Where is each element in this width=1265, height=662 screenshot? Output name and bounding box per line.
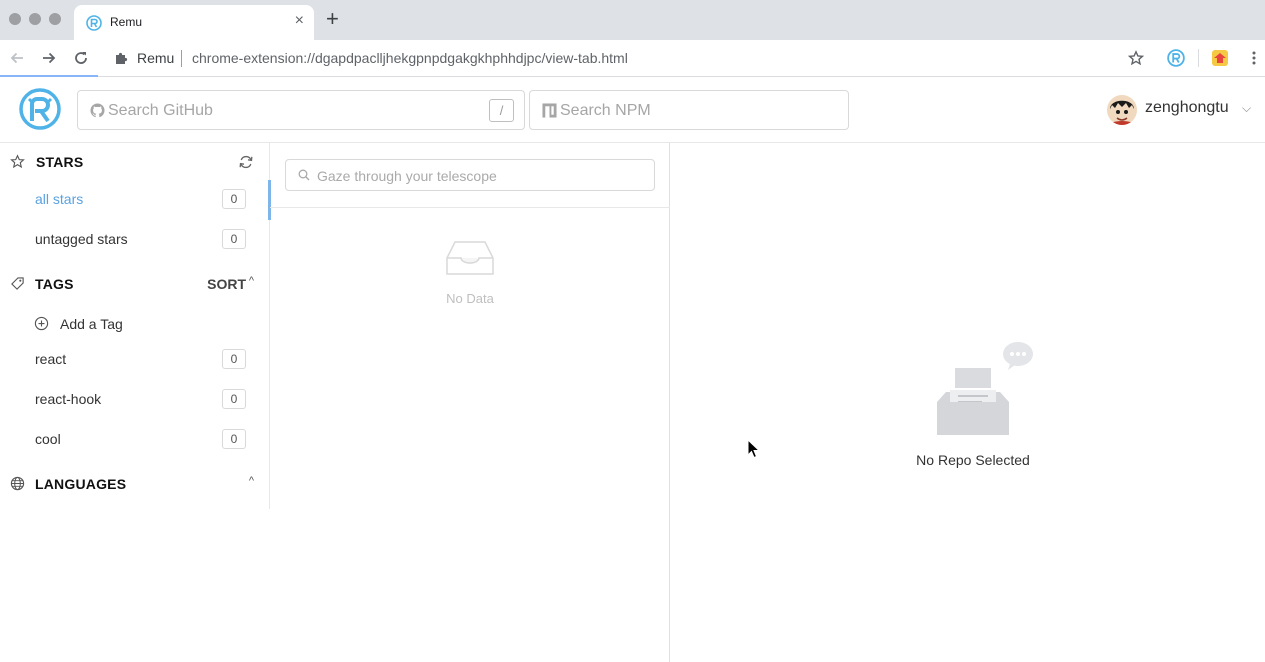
omnibox-separator <box>181 50 182 67</box>
stars-section-header: STARS <box>0 143 270 181</box>
count-badge: 0 <box>222 349 246 369</box>
browser-tab-bar: Remu × + <box>0 0 1265 40</box>
omnibox-site-label: Remu <box>137 50 175 66</box>
omnibox-url[interactable]: chrome-extension://dgapdpaclljhekgpnpdga… <box>192 50 628 66</box>
languages-section-header[interactable]: LANGUAGES ^ <box>0 465 270 503</box>
chevron-up-icon[interactable]: ^ <box>249 475 254 487</box>
reload-button[interactable] <box>70 47 92 69</box>
count-badge: 0 <box>222 429 246 449</box>
sidebar-item-label: react <box>35 351 67 367</box>
sidebar-item-untagged-stars[interactable]: untagged stars 0 <box>0 220 270 260</box>
star-icon <box>10 154 25 169</box>
sidebar-item-label: all stars <box>35 191 84 207</box>
back-button[interactable] <box>6 47 28 69</box>
empty-inbox-icon <box>446 241 494 275</box>
search-icon <box>298 169 310 181</box>
chevron-up-icon[interactable]: ^ <box>249 275 254 287</box>
new-tab-button[interactable]: + <box>326 8 339 30</box>
mouse-pointer-icon <box>747 439 761 459</box>
add-tag-label: Add a Tag <box>60 316 123 332</box>
window-minimize-button[interactable] <box>29 13 41 25</box>
tags-section-title: TAGS <box>35 276 74 292</box>
arrow-left-icon <box>10 52 23 64</box>
globe-icon <box>10 476 25 491</box>
forward-button[interactable] <box>38 47 60 69</box>
remu-extension-icon <box>1167 49 1185 67</box>
repo-filter-placeholder: Gaze through your telescope <box>317 168 497 184</box>
npm-icon <box>542 103 557 118</box>
browser-tab[interactable]: Remu × <box>74 5 314 40</box>
bookmark-star-button[interactable] <box>1126 48 1146 68</box>
user-avatar-icon <box>1107 95 1137 125</box>
kebab-menu-icon <box>1252 51 1256 65</box>
remu-favicon-icon <box>86 15 102 31</box>
sidebar: STARS all stars 0 untagged stars 0 TAGS … <box>0 143 271 509</box>
repo-list-panel: Gaze through your telescope No Data <box>270 143 670 662</box>
toolbar-divider <box>1198 49 1199 67</box>
profile-badge-icon <box>1212 50 1228 66</box>
extension-puzzle-icon <box>116 52 128 64</box>
browser-toolbar: Remu chrome-extension://dgapdpaclljhekgp… <box>0 40 1265 77</box>
sidebar-item-tag[interactable]: react-hook 0 <box>0 380 270 420</box>
sidebar-item-tag[interactable]: cool 0 <box>0 420 270 460</box>
sidebar-item-all-stars[interactable]: all stars 0 <box>0 180 271 220</box>
browser-menu-button[interactable] <box>1244 48 1264 68</box>
npm-search-placeholder: Search NPM <box>560 102 651 119</box>
remu-extension-button[interactable] <box>1166 48 1186 68</box>
avatar <box>1107 95 1137 125</box>
plus-circle-icon <box>34 316 49 331</box>
arrow-right-icon <box>43 52 56 64</box>
chevron-down-icon: ⌵ <box>1242 101 1252 115</box>
reload-icon <box>75 52 87 64</box>
empty-repo-illustration-icon <box>937 342 1033 435</box>
profile-extension-button[interactable] <box>1210 48 1230 68</box>
count-badge: 0 <box>222 229 246 249</box>
tag-icon <box>11 277 24 290</box>
window-zoom-button[interactable] <box>49 13 61 25</box>
empty-list-text: No Data <box>446 291 494 306</box>
sidebar-item-label: react-hook <box>35 391 102 407</box>
sidebar-item-tag[interactable]: react 0 <box>0 340 270 380</box>
npm-search-input[interactable]: Search NPM <box>529 90 849 130</box>
tags-sort-button[interactable]: SORT <box>207 276 246 292</box>
tab-close-button[interactable]: × <box>295 12 304 30</box>
list-divider <box>270 207 670 208</box>
username: zenghongtu <box>1145 99 1229 116</box>
repo-filter-input[interactable]: Gaze through your telescope <box>285 159 655 191</box>
github-search-placeholder: Search GitHub <box>108 102 213 119</box>
github-icon <box>90 103 105 118</box>
count-badge: 0 <box>222 389 246 409</box>
remu-logo-icon[interactable] <box>18 87 62 131</box>
count-badge: 0 <box>222 189 246 209</box>
sidebar-item-label: untagged stars <box>35 231 128 247</box>
search-shortcut-key: / <box>489 99 514 122</box>
star-outline-icon <box>1128 50 1144 66</box>
stars-section-title: STARS <box>36 154 84 170</box>
languages-section-title: LANGUAGES <box>35 476 127 492</box>
window-close-button[interactable] <box>9 13 21 25</box>
refresh-icon[interactable] <box>238 154 254 170</box>
github-search-input[interactable]: Search GitHub / <box>77 90 525 130</box>
add-tag-button[interactable]: Add a Tag <box>0 306 270 342</box>
empty-repo-text: No Repo Selected <box>916 452 1030 468</box>
tab-title: Remu <box>110 15 143 29</box>
sidebar-item-label: cool <box>35 431 61 447</box>
tags-section-header: TAGS SORT ^ <box>0 265 270 303</box>
app-header: Search GitHub / Search NPM zenghongtu ⌵ <box>0 77 1265 143</box>
